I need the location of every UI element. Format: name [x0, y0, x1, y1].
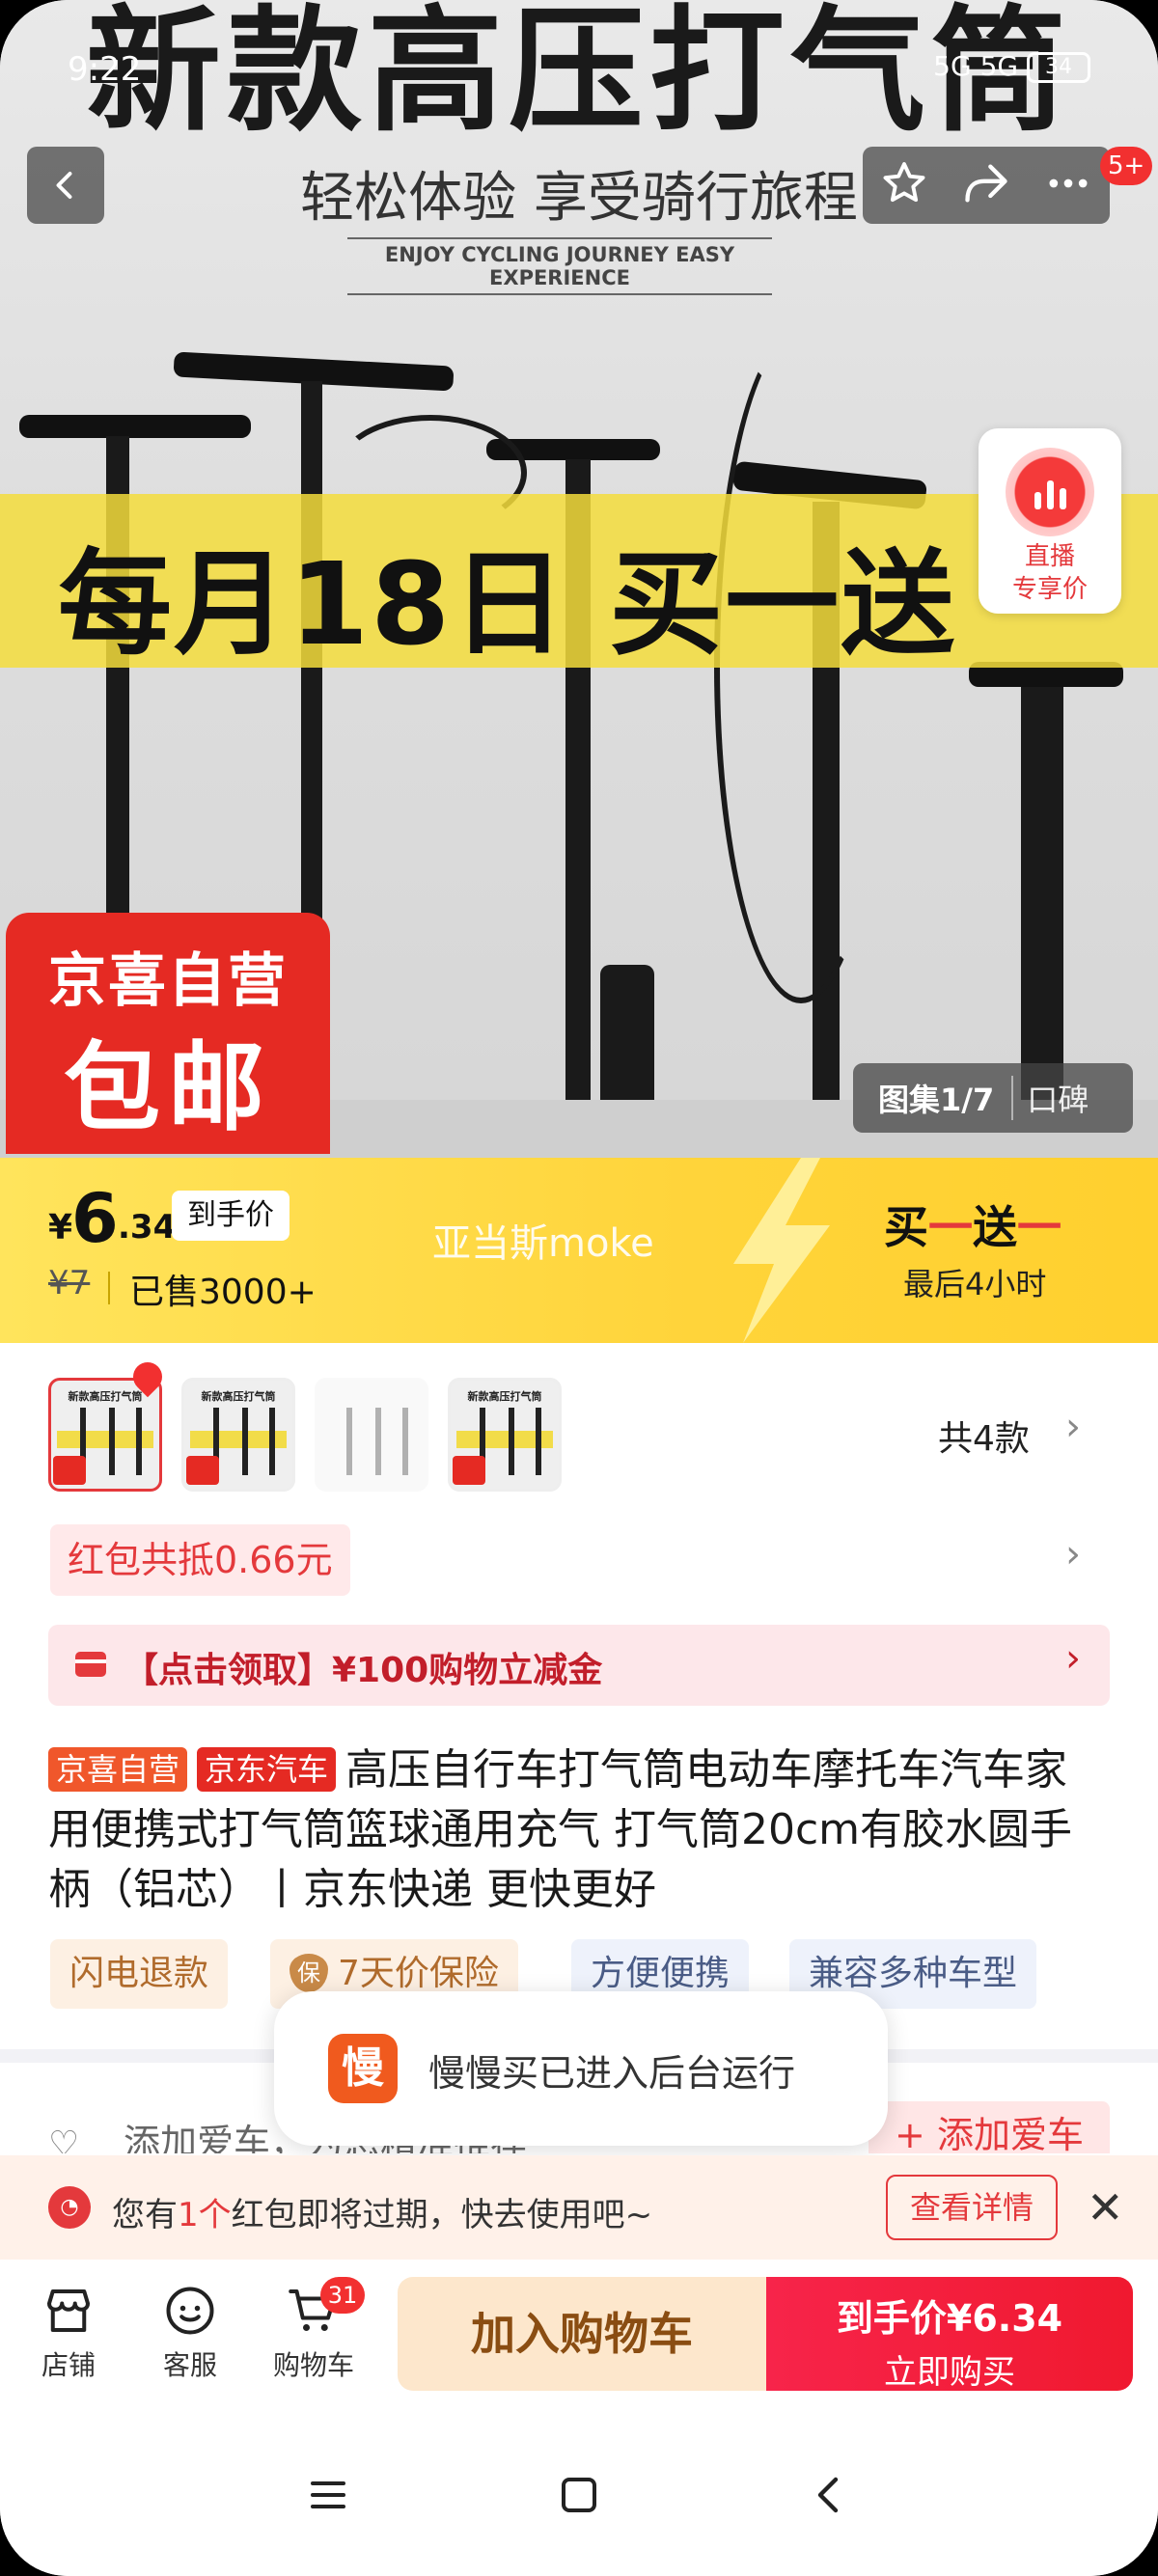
manmanmai-app-icon: 慢 [328, 2034, 398, 2103]
clock-icon: ◔ [48, 2186, 91, 2229]
service-label: 客服 [162, 2349, 217, 2381]
variant-thumb-4[interactable]: 新款高压打气筒 [448, 1378, 562, 1492]
promo-text: 每月18日 买一送 [58, 537, 957, 671]
variant-thumb-3[interactable] [315, 1378, 428, 1492]
coupon-tag[interactable]: 红包共抵0.66元 [50, 1524, 350, 1596]
system-navigation-bar [0, 2402, 1158, 2576]
buy-one-part2: 一 [928, 1201, 973, 1253]
view-details-button[interactable]: 查看详情 [886, 2175, 1058, 2240]
cart-button[interactable]: 购物车 31 [261, 2277, 367, 2383]
expire-text: 您有1个红包即将过期，快去使用吧~ [112, 2188, 652, 2235]
more-icon [1049, 178, 1088, 188]
store-button[interactable]: 店铺 [15, 2277, 122, 2383]
price-integer: 6 [71, 1179, 119, 1258]
expire-pre: 您有 [112, 2196, 178, 2234]
variant-thumb-2[interactable]: 新款高压打气筒 [181, 1378, 295, 1492]
jingxi-tag: 京喜自营 [48, 1747, 188, 1792]
expire-count: 1个 [178, 2196, 232, 2234]
buy-now-button[interactable]: 到手价¥6.34 立即购买 [766, 2277, 1133, 2392]
lightning-icon [733, 1158, 830, 1343]
heart-car-icon: ♡ [48, 2124, 80, 2153]
share-button[interactable] [961, 158, 1011, 212]
close-icon[interactable]: ✕ [1087, 2180, 1124, 2234]
cart-label: 购物车 [272, 2349, 354, 2381]
back-button[interactable] [27, 147, 104, 224]
live-price-chip[interactable]: 直播 专享价 [979, 428, 1121, 614]
chevron-right-icon[interactable]: › [1065, 1405, 1081, 1449]
claim-voucher-bar[interactable]: 【点击领取】¥100购物立减金 › [48, 1625, 1110, 1706]
live-line1: 直播 [1024, 542, 1075, 571]
live-label: 直播 专享价 [979, 540, 1121, 606]
card-icon [75, 1652, 106, 1677]
thumb-title: 新款高压打气筒 [201, 1390, 276, 1403]
buy-one-get-one: 买一送一 [884, 1192, 1062, 1256]
expire-post: 红包即将过期，快去使用吧~ [231, 2196, 653, 2234]
more-button[interactable] [1043, 158, 1093, 212]
jingxi-badge-line2: 包邮 [64, 1031, 272, 1144]
status-icons: 5G 5G 34 [933, 50, 1090, 83]
buy-now-label: 立即购买 [884, 2353, 1015, 2392]
customer-service-button[interactable]: 客服 [137, 2277, 243, 2383]
chevron-left-icon [56, 172, 72, 199]
back-icon [817, 2477, 839, 2513]
jingxi-badge: 京喜自营 包邮 [6, 913, 330, 1154]
status-bar: 9:22 5G 5G 34 [68, 50, 1090, 98]
service-icon [166, 2287, 214, 2335]
product-hero-image[interactable]: 每月18日 买一送 新款高压打气筒 轻松体验 享受骑行旅程 ENJOY CYCL… [0, 0, 1158, 1158]
price-decimal: .34 [118, 1208, 177, 1247]
buy-now-price: 到手价¥6.34 [836, 2297, 1063, 2340]
price-currency: ¥ [48, 1208, 73, 1247]
jd-auto-tag: 京东汽车 [197, 1747, 337, 1792]
live-icon [1006, 448, 1094, 536]
status-time: 9:22 [68, 50, 142, 89]
divider [108, 1272, 110, 1304]
countdown-text: 最后4小时 [903, 1266, 1047, 1302]
watermark: 亚当斯moke [432, 1221, 654, 1266]
battery-icon: 34 [1027, 52, 1090, 83]
feature-fast-refund[interactable]: 闪电退款 [50, 1939, 229, 2009]
home-button[interactable] [540, 2456, 618, 2534]
shield-icon: 保 [290, 1954, 328, 1992]
store-label: 店铺 [41, 2349, 96, 2381]
buy-one-part1: 买 [884, 1201, 928, 1253]
home-icon [562, 2478, 596, 2512]
final-price-tag: 到手价 [172, 1191, 290, 1241]
chevron-right-icon[interactable]: › [1065, 1532, 1081, 1576]
network-icon: 5G 5G [933, 50, 1019, 82]
message-badge: 5+ [1100, 147, 1153, 185]
background-toast: 慢 慢慢买已进入后台运行 [274, 1991, 888, 2146]
menu-icon [311, 2481, 345, 2508]
share-icon [965, 164, 1007, 203]
chevron-right-icon: › [1065, 1636, 1081, 1681]
live-line2: 专享价 [1011, 575, 1088, 604]
buy-one-part3: 送 [973, 1201, 1017, 1253]
sold-count: 已售3000+ [129, 1273, 317, 1312]
feature-price-protect-label: 7天价保险 [338, 1954, 499, 1993]
jingxi-badge-line1: 京喜自营 [48, 947, 288, 1015]
product-title-block: 京喜自营 京东汽车 高压自行车打气筒电动车摩托车汽车家用便携式打气筒篮球通用充气 打… [48, 1740, 1110, 1920]
phone-screen: 每月18日 买一送 新款高压打气筒 轻松体验 享受骑行旅程 ENJOY CYCL… [0, 0, 1158, 2576]
top-action-cluster [863, 147, 1110, 224]
store-icon [47, 2289, 90, 2332]
add-car-button[interactable]: + 添加爱车 [868, 2101, 1110, 2153]
menu-button[interactable] [290, 2456, 367, 2534]
cart-badge: 31 [320, 2277, 365, 2314]
favorite-button[interactable] [879, 158, 929, 212]
add-to-cart-button[interactable]: 加入购物车 [398, 2277, 766, 2391]
coupon-expire-bar: ◔ 您有1个红包即将过期，快去使用吧~ 查看详情 ✕ [0, 2155, 1158, 2260]
bottom-action-bar: 店铺 客服 购物车 31 加入购物车 到手价¥6.34 立即购买 [0, 2260, 1158, 2402]
original-price: ¥7 [48, 1264, 91, 1302]
star-icon [883, 162, 925, 203]
toast-text: 慢慢买已进入后台运行 [428, 2052, 796, 2095]
hero-subtitle-en: ENJOY CYCLING JOURNEY EASY EXPERIENCE [347, 237, 772, 295]
gallery-pill[interactable]: 图集1/7 口碑 [853, 1063, 1133, 1133]
claim-voucher-text: 【点击领取】¥100购物立减金 [124, 1651, 603, 1690]
gallery-counter[interactable]: 图集1/7 [853, 1076, 1014, 1120]
variant-count[interactable]: 共4款 [938, 1411, 1030, 1461]
back-nav-button[interactable] [791, 2456, 868, 2534]
reviews-link[interactable]: 口碑 [1013, 1076, 1089, 1120]
buy-one-part4: 一 [1017, 1201, 1062, 1253]
thumb-title: 新款高压打气筒 [467, 1390, 542, 1403]
